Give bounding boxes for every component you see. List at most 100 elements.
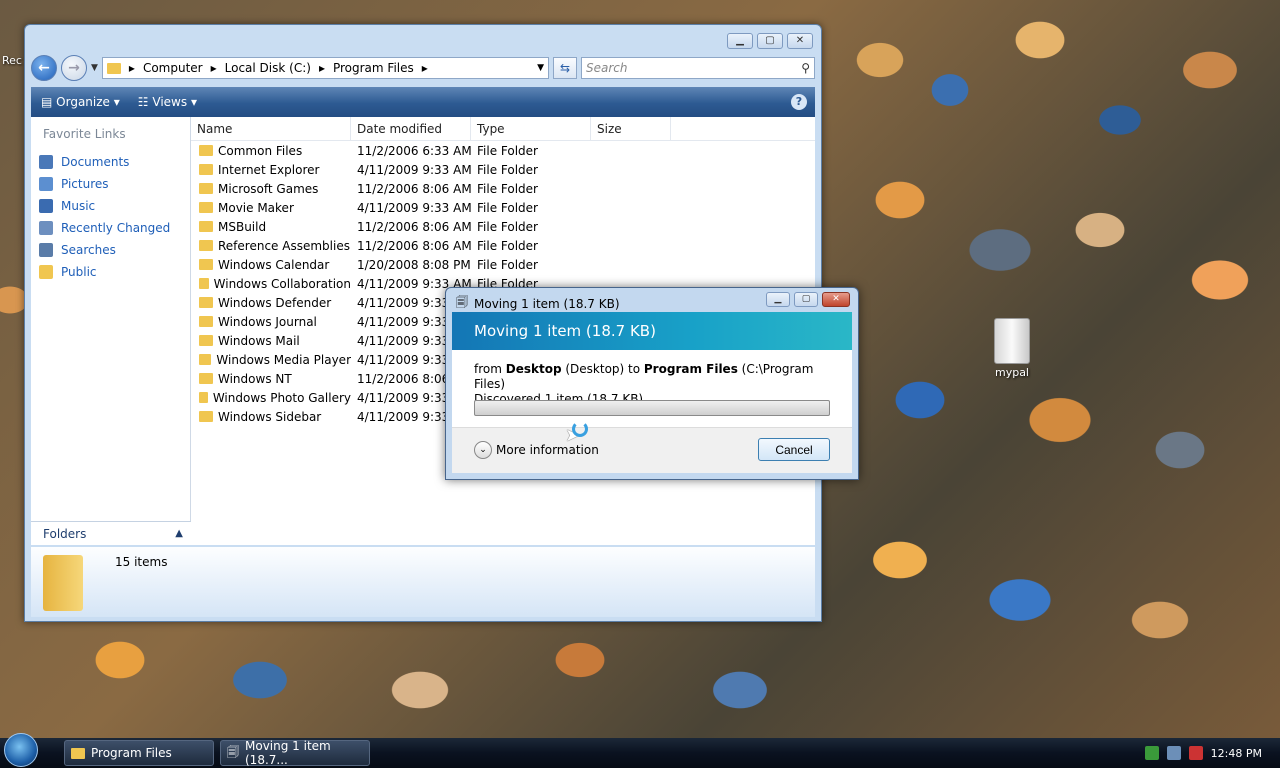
column-header-type[interactable]: Type bbox=[471, 117, 591, 140]
favorite-link-documents[interactable]: Documents bbox=[31, 151, 190, 173]
file-name: Windows Calendar bbox=[218, 257, 330, 272]
chevron-down-icon: ⌄ bbox=[474, 441, 492, 459]
refresh-button[interactable]: ⇆ bbox=[553, 57, 577, 79]
file-name-cell[interactable]: Reference Assemblies bbox=[191, 239, 351, 253]
column-header-size[interactable]: Size bbox=[591, 117, 671, 140]
breadcrumb-local-disk[interactable]: Local Disk (C:) bbox=[225, 61, 311, 75]
file-type-cell: File Folder bbox=[477, 200, 538, 215]
file-name-cell[interactable]: Windows Defender bbox=[191, 296, 351, 310]
favorite-link-music[interactable]: Music bbox=[31, 195, 190, 217]
minimize-button[interactable]: ▁ bbox=[727, 33, 753, 49]
volume-muted-icon[interactable] bbox=[1188, 746, 1203, 760]
music-icon bbox=[39, 199, 53, 213]
table-row[interactable]: Internet Explorer 4/11/2009 9:33 AM File F… bbox=[191, 160, 815, 179]
taskbar-item-program-files[interactable]: Program Files bbox=[64, 740, 214, 766]
taskbar-item-label: Moving 1 item (18.7... bbox=[245, 739, 331, 767]
views-button[interactable]: ☷ Views ▾ bbox=[138, 95, 197, 109]
column-header-name[interactable]: Name bbox=[191, 117, 351, 140]
clock[interactable]: 12:48 PM bbox=[1211, 747, 1262, 760]
table-row[interactable]: MSBuild 11/2/2006 8:06 AM File Folder bbox=[191, 217, 815, 236]
favorite-link-recently-changed[interactable]: Recently Changed bbox=[31, 217, 190, 239]
search-input[interactable]: Search ⚲ bbox=[581, 57, 815, 79]
folder-icon bbox=[106, 62, 121, 74]
chevron-down-icon: ▾ bbox=[190, 95, 197, 109]
favorite-link-pictures[interactable]: Pictures bbox=[31, 173, 190, 195]
table-row[interactable]: Reference Assemblies 11/2/2006 8:06 AM Fil… bbox=[191, 236, 815, 255]
more-information-toggle[interactable]: ⌄ More information bbox=[474, 441, 599, 459]
folders-label: Folders bbox=[43, 526, 87, 541]
dialog-close-button[interactable]: ✕ bbox=[822, 292, 850, 307]
breadcrumb-sep-icon[interactable]: ▸ bbox=[129, 61, 135, 75]
favorite-link-searches[interactable]: Searches bbox=[31, 239, 190, 261]
file-name-cell[interactable]: Windows Sidebar bbox=[191, 410, 351, 424]
file-name-cell[interactable]: Windows Photo Gallery bbox=[191, 391, 351, 405]
file-name-cell[interactable]: Windows Journal bbox=[191, 315, 351, 329]
help-icon[interactable]: ? bbox=[791, 94, 807, 110]
recent-pages-dropdown-icon[interactable]: ▼ bbox=[91, 63, 98, 73]
file-name: Windows NT bbox=[218, 371, 292, 386]
cancel-button[interactable]: Cancel bbox=[758, 438, 830, 461]
address-row: ← → ▼ ▸ Computer ▸ Local Disk (C:) ▸ Pro… bbox=[31, 55, 815, 81]
move-source-destination: from Desktop (Desktop) to Program Files … bbox=[474, 362, 830, 392]
taskbar-item-moving[interactable]: 🗐 Moving 1 item (18.7... bbox=[220, 739, 370, 767]
file-name: Common Files bbox=[218, 143, 303, 158]
breadcrumb-computer[interactable]: Computer bbox=[143, 61, 203, 75]
breadcrumb-sep-icon[interactable]: ▸ bbox=[211, 61, 217, 75]
search-icon[interactable]: ⚲ bbox=[801, 61, 810, 75]
views-icon: ☷ bbox=[137, 95, 149, 109]
start-button[interactable] bbox=[0, 733, 42, 768]
favorite-link-public[interactable]: Public bbox=[31, 261, 190, 283]
folder-icon bbox=[199, 240, 213, 251]
file-name-cell[interactable]: Internet Explorer bbox=[191, 163, 351, 177]
file-type-cell: File Folder bbox=[477, 181, 538, 196]
file-name-cell[interactable]: Windows Calendar bbox=[191, 258, 351, 272]
breadcrumb-program-files[interactable]: Program Files bbox=[333, 61, 414, 75]
file-date-cell: 11/2/2006 8:06 AM bbox=[357, 181, 471, 196]
network-icon[interactable] bbox=[1166, 746, 1181, 760]
pictures-icon bbox=[39, 177, 53, 191]
recycle-bin-label[interactable]: Rec bbox=[2, 54, 22, 67]
file-name-cell[interactable]: Movie Maker bbox=[191, 201, 351, 215]
address-dropdown-icon[interactable]: ▼ bbox=[537, 63, 544, 73]
file-date-cell: 4/11/2009 9:33 AM bbox=[357, 200, 471, 215]
forward-button[interactable]: → bbox=[61, 55, 87, 81]
file-date-cell: 11/2/2006 6:33 AM bbox=[357, 143, 471, 158]
source-name: Desktop bbox=[505, 362, 562, 376]
folder-icon bbox=[199, 183, 213, 194]
table-row[interactable]: Microsoft Games 11/2/2006 8:06 AM File Fol… bbox=[191, 179, 815, 198]
favorite-link-label: Music bbox=[61, 199, 96, 213]
file-name-cell[interactable]: Microsoft Games bbox=[191, 182, 351, 196]
file-name-cell[interactable]: Windows Mail bbox=[191, 334, 351, 348]
from-mid: (Desktop) to bbox=[561, 362, 644, 376]
breadcrumb-sep-icon[interactable]: ▸ bbox=[319, 61, 325, 75]
table-row[interactable]: Movie Maker 4/11/2009 9:33 AM File Folder bbox=[191, 198, 815, 217]
file-name-cell[interactable]: Windows Media Player bbox=[191, 353, 351, 367]
file-name-cell[interactable]: Common Files bbox=[191, 144, 351, 158]
documents-icon bbox=[39, 155, 53, 169]
organize-button[interactable]: ▤ Organize ▾ bbox=[41, 95, 120, 109]
file-name-cell[interactable]: Windows Collaboration bbox=[191, 277, 351, 291]
favorite-link-label: Searches bbox=[61, 243, 116, 257]
file-name: Windows Mail bbox=[218, 333, 300, 348]
folder-large-icon bbox=[43, 555, 83, 611]
table-row[interactable]: Common Files 11/2/2006 6:33 AM File Folder bbox=[191, 141, 815, 160]
back-button[interactable]: ← bbox=[31, 55, 57, 81]
maximize-button[interactable]: ▢ bbox=[757, 33, 783, 49]
dialog-maximize-button[interactable]: ▢ bbox=[794, 292, 818, 307]
folders-toggle[interactable]: Folders ▲ bbox=[31, 521, 191, 545]
address-bar[interactable]: ▸ Computer ▸ Local Disk (C:) ▸ Program F… bbox=[101, 57, 549, 79]
taskbar-item-label: Program Files bbox=[91, 746, 172, 760]
table-row[interactable]: Windows Calendar 1/20/2008 8:08 PM File Fo… bbox=[191, 255, 815, 274]
close-button[interactable]: ✕ bbox=[787, 33, 813, 49]
file-name-cell[interactable]: Windows NT bbox=[191, 372, 351, 386]
breadcrumb-sep-icon[interactable]: ▸ bbox=[422, 61, 428, 75]
favorite-link-label: Public bbox=[61, 265, 97, 279]
column-header-date[interactable]: Date modified bbox=[351, 117, 471, 140]
file-name-cell[interactable]: MSBuild bbox=[191, 220, 351, 234]
dialog-minimize-button[interactable]: ▁ bbox=[766, 292, 790, 307]
file-date-cell: 11/2/2006 8:06 AM bbox=[357, 219, 471, 234]
security-shield-icon[interactable] bbox=[1144, 746, 1159, 760]
dialog-body: Moving 1 item (18.7 KB) from Desktop (De… bbox=[452, 312, 852, 473]
desktop-icon-mypal[interactable]: mypal bbox=[988, 318, 1036, 379]
dialog-footer: ⌄ More information Cancel bbox=[452, 427, 852, 473]
